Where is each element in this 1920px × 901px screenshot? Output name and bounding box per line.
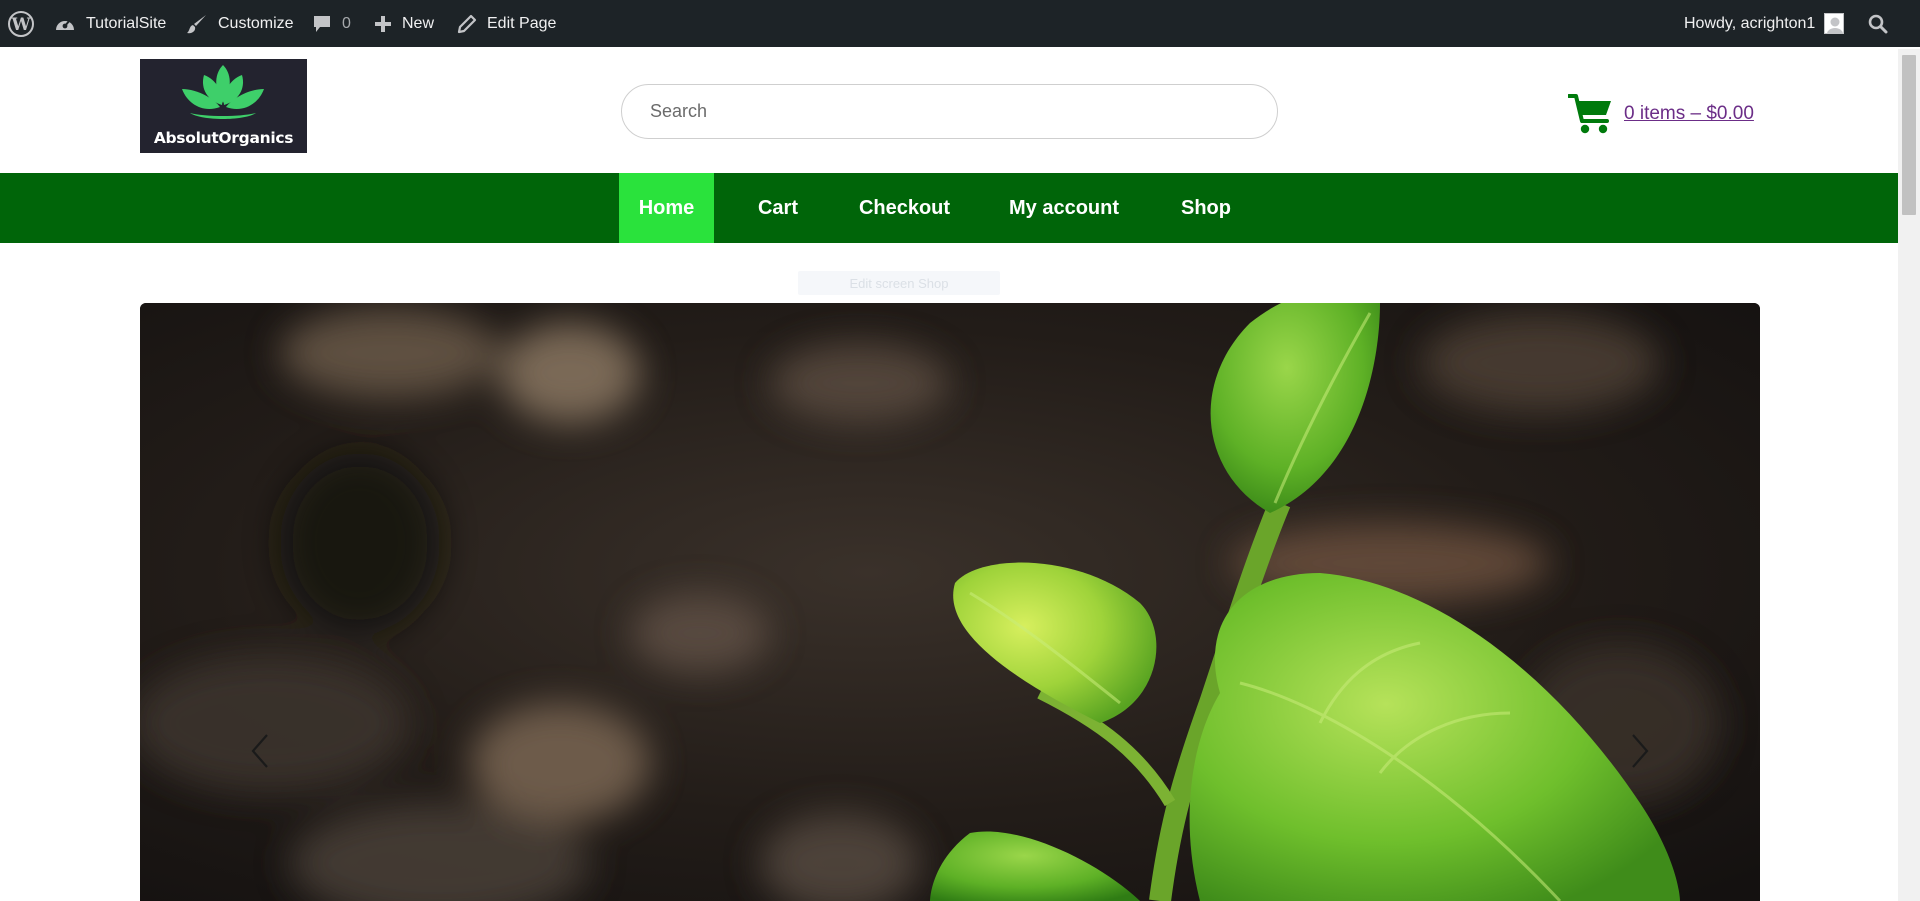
new-label: New: [402, 14, 435, 32]
greeting-label: Howdy, acrighton1: [1684, 14, 1816, 32]
site-logo[interactable]: AbsolutOrganics: [140, 59, 307, 153]
plus-icon: [375, 15, 391, 32]
page-scrollbar[interactable]: [1898, 49, 1920, 901]
nav-item-label: Checkout: [858, 196, 951, 219]
search-box: [621, 84, 1278, 139]
svg-text:W: W: [10, 15, 31, 35]
avatar: [1824, 13, 1845, 34]
hero-seedling-image: [140, 303, 1760, 901]
site-name-label: TutorialSite: [86, 14, 167, 32]
edit-page-link[interactable]: Edit Page: [457, 0, 556, 47]
dashboard-icon: [56, 19, 74, 30]
nav-item-my-account[interactable]: My account: [996, 173, 1132, 243]
hero-slider: [140, 303, 1760, 901]
comments-count: 0: [342, 14, 351, 32]
nav-item-shop[interactable]: Shop: [1166, 173, 1246, 243]
primary-navigation: Home Cart Checkout My account Shop: [0, 173, 1898, 243]
my-account-menu[interactable]: Howdy, acrighton1: [1684, 0, 1845, 47]
nav-item-cart[interactable]: Cart: [740, 173, 816, 243]
nav-item-home[interactable]: Home: [619, 173, 714, 243]
shopping-cart-icon: [1568, 94, 1611, 134]
comments-link[interactable]: 0: [312, 0, 351, 47]
wordpress-menu[interactable]: W: [8, 0, 34, 47]
wordpress-logo-icon: W: [8, 10, 34, 37]
nav-item-label: My account: [1008, 196, 1120, 219]
nav-item-checkout[interactable]: Checkout: [846, 173, 963, 243]
scrollbar-thumb[interactable]: [1902, 55, 1916, 215]
chevron-left-icon[interactable]: [245, 731, 275, 771]
nav-item-label: Shop: [1181, 196, 1231, 219]
site-header: AbsolutOrganics 0 items – $0.00: [0, 49, 1898, 173]
comment-bubble-icon: [314, 15, 330, 32]
customize-label: Customize: [218, 14, 294, 32]
header-cart[interactable]: 0 items – $0.00: [1568, 93, 1754, 135]
cart-total-link[interactable]: 0 items – $0.00: [1624, 103, 1754, 125]
site-name-link[interactable]: TutorialSite: [54, 0, 166, 47]
hidden-edit-label: Edit screen Shop: [798, 271, 1000, 295]
nav-item-label: Home: [638, 196, 695, 219]
customize-link[interactable]: Customize: [186, 0, 294, 47]
pencil-icon: [457, 14, 477, 33]
nav-item-label: Cart: [757, 196, 798, 219]
new-content-link[interactable]: New: [374, 0, 434, 47]
paintbrush-icon: [187, 14, 206, 33]
search-input[interactable]: [622, 85, 1277, 138]
search-icon: [1868, 14, 1888, 33]
logo-text: AbsolutOrganics: [153, 129, 294, 147]
admin-search-button[interactable]: [1868, 0, 1888, 47]
edit-page-label: Edit Page: [487, 14, 557, 32]
chevron-right-icon[interactable]: [1625, 731, 1655, 771]
admin-bar: W TutorialSite Customize 0 New Edit Page…: [0, 0, 1920, 49]
